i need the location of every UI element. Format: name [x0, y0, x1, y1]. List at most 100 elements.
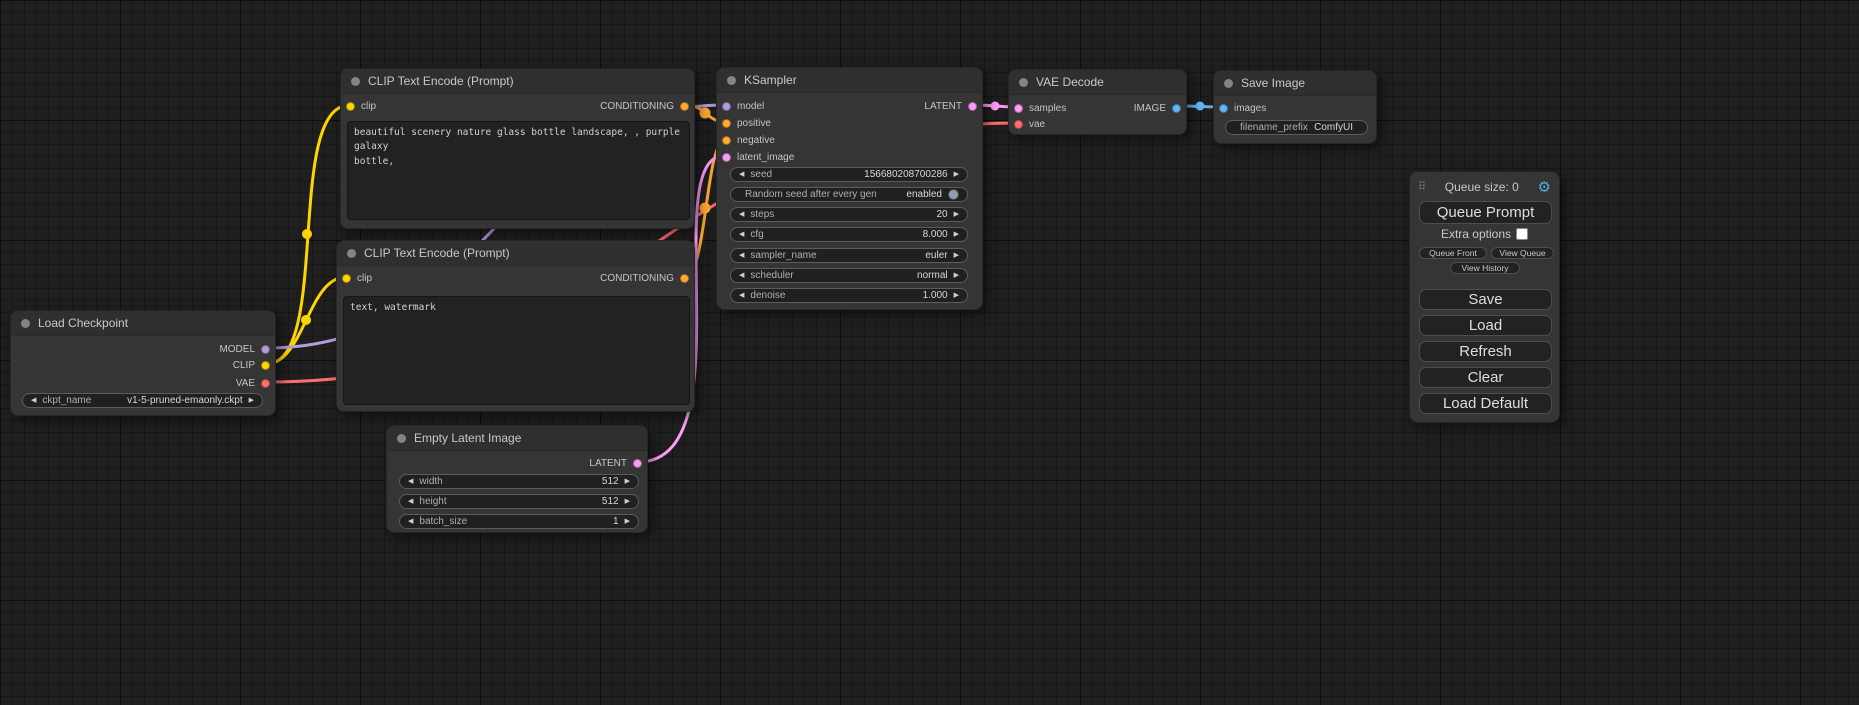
link-dot — [1196, 102, 1205, 111]
ckpt-name-widget[interactable]: ◀ ckpt_name v1-5-pruned-emaonly.ckpt ▶ — [22, 393, 263, 408]
spinner-left-icon[interactable]: ◀ — [31, 397, 36, 404]
slot-label: CLIP — [233, 360, 255, 371]
conditioning-slot-dot[interactable] — [680, 274, 689, 283]
spinner-left-icon[interactable]: ◀ — [739, 211, 744, 218]
spinner-left-icon[interactable]: ◀ — [408, 518, 413, 525]
node-title-bar[interactable]: VAE Decode — [1009, 70, 1186, 95]
spinner-right-icon[interactable]: ▶ — [249, 397, 254, 404]
collapse-dot-icon[interactable] — [397, 434, 406, 443]
spinner-right-icon[interactable]: ▶ — [625, 498, 630, 505]
slot-label: clip — [361, 101, 376, 112]
collapse-dot-icon[interactable] — [1224, 79, 1233, 88]
spinner-right-icon[interactable]: ▶ — [625, 478, 630, 485]
node-ksampler[interactable]: KSampler model positive negative latent_… — [716, 67, 983, 310]
link-dot — [700, 108, 711, 119]
seed-widget[interactable]: ◀ seed 156680208700286 ▶ — [730, 167, 968, 182]
spinner-left-icon[interactable]: ◀ — [739, 171, 744, 178]
spinner-right-icon[interactable]: ▶ — [625, 518, 630, 525]
node-title-bar[interactable]: CLIP Text Encode (Prompt) — [337, 241, 694, 266]
collapse-dot-icon[interactable] — [1019, 78, 1028, 87]
random-seed-toggle-widget[interactable]: Random seed after every gen enabled — [730, 187, 968, 202]
extra-options-checkbox[interactable] — [1516, 228, 1528, 240]
load-button[interactable]: Load — [1419, 315, 1552, 336]
drag-handle-icon[interactable]: ⠿ — [1418, 182, 1426, 193]
queue-panel: ⠿ Queue size: 0 ⚙ Queue Prompt Extra opt… — [1409, 171, 1560, 423]
collapse-dot-icon[interactable] — [21, 319, 30, 328]
collapse-dot-icon[interactable] — [727, 76, 736, 85]
sampler-name-widget[interactable]: ◀ sampler_name euler ▶ — [730, 248, 968, 263]
node-clip-text-encode-negative[interactable]: CLIP Text Encode (Prompt) clip CONDITION… — [336, 240, 695, 412]
latent-slot-dot[interactable] — [633, 459, 642, 468]
node-title-bar[interactable]: CLIP Text Encode (Prompt) — [341, 69, 694, 94]
positive-prompt-textarea[interactable]: beautiful scenery nature glass bottle la… — [347, 121, 690, 220]
spinner-left-icon[interactable]: ◀ — [408, 498, 413, 505]
image-slot-dot[interactable] — [1172, 104, 1181, 113]
filename-prefix-widget[interactable]: filename_prefix ComfyUI — [1225, 120, 1368, 135]
latent-slot-dot[interactable] — [968, 102, 977, 111]
settings-gear-icon[interactable]: ⚙ — [1538, 180, 1551, 195]
node-title-bar[interactable]: Empty Latent Image — [387, 426, 647, 451]
spinner-right-icon[interactable]: ▶ — [954, 211, 959, 218]
vae-slot-dot[interactable] — [1014, 120, 1023, 129]
vae-slot-dot[interactable] — [261, 379, 270, 388]
clip-slot-dot[interactable] — [261, 361, 270, 370]
spinner-left-icon[interactable]: ◀ — [408, 478, 413, 485]
node-title-bar[interactable]: KSampler — [717, 68, 982, 93]
clear-button[interactable]: Clear — [1419, 367, 1552, 388]
collapse-dot-icon[interactable] — [351, 77, 360, 86]
output-slot-latent: LATENT — [589, 455, 642, 471]
slot-label: images — [1234, 103, 1266, 114]
refresh-button[interactable]: Refresh — [1419, 341, 1552, 362]
denoise-widget[interactable]: ◀ denoise 1.000 ▶ — [730, 288, 968, 303]
steps-widget[interactable]: ◀ steps 20 ▶ — [730, 207, 968, 222]
node-save-image[interactable]: Save Image images filename_prefix ComfyU… — [1213, 70, 1377, 144]
spinner-left-icon[interactable]: ◀ — [739, 252, 744, 259]
conditioning-slot-dot[interactable] — [680, 102, 689, 111]
conditioning-slot-dot[interactable] — [722, 136, 731, 145]
node-empty-latent-image[interactable]: Empty Latent Image LATENT ◀ width 512 ▶ … — [386, 425, 648, 533]
height-widget[interactable]: ◀ height 512 ▶ — [399, 494, 639, 509]
view-history-button[interactable]: View History — [1450, 262, 1520, 274]
toggle-knob-icon[interactable] — [948, 189, 959, 200]
save-button[interactable]: Save — [1419, 289, 1552, 310]
slot-label: negative — [737, 135, 775, 146]
conditioning-slot-dot[interactable] — [722, 119, 731, 128]
node-load-checkpoint[interactable]: Load Checkpoint MODEL CLIP VAE ◀ ckpt_na… — [10, 310, 276, 416]
spinner-right-icon[interactable]: ▶ — [954, 272, 959, 279]
negative-prompt-textarea[interactable]: text, watermark — [343, 296, 690, 405]
batch-size-widget[interactable]: ◀ batch_size 1 ▶ — [399, 514, 639, 529]
widget-value: enabled — [906, 189, 942, 200]
collapse-dot-icon[interactable] — [347, 249, 356, 258]
slot-label: clip — [357, 273, 372, 284]
node-clip-text-encode-positive[interactable]: CLIP Text Encode (Prompt) clip CONDITION… — [340, 68, 695, 229]
widget-label: ckpt_name — [42, 395, 91, 406]
spinner-right-icon[interactable]: ▶ — [954, 252, 959, 259]
input-slot-latent-image: latent_image — [722, 149, 794, 165]
latent-slot-dot[interactable] — [722, 153, 731, 162]
spinner-left-icon[interactable]: ◀ — [739, 231, 744, 238]
model-slot-dot[interactable] — [722, 102, 731, 111]
clip-slot-dot[interactable] — [342, 274, 351, 283]
spinner-right-icon[interactable]: ▶ — [954, 231, 959, 238]
link-dot — [700, 203, 711, 214]
spinner-left-icon[interactable]: ◀ — [739, 272, 744, 279]
node-vae-decode[interactable]: VAE Decode samples vae IMAGE — [1008, 69, 1187, 135]
node-title-bar[interactable]: Save Image — [1214, 71, 1376, 96]
latent-slot-dot[interactable] — [1014, 104, 1023, 113]
spinner-right-icon[interactable]: ▶ — [954, 292, 959, 299]
queue-front-button[interactable]: Queue Front — [1419, 247, 1487, 259]
load-default-button[interactable]: Load Default — [1419, 393, 1552, 414]
spinner-left-icon[interactable]: ◀ — [739, 292, 744, 299]
slot-label: IMAGE — [1134, 103, 1166, 114]
width-widget[interactable]: ◀ width 512 ▶ — [399, 474, 639, 489]
model-slot-dot[interactable] — [261, 345, 270, 354]
view-queue-button[interactable]: View Queue — [1491, 247, 1554, 259]
widget-value: 512 — [602, 496, 619, 507]
cfg-widget[interactable]: ◀ cfg 8.000 ▶ — [730, 227, 968, 242]
node-title-bar[interactable]: Load Checkpoint — [11, 311, 275, 336]
clip-slot-dot[interactable] — [346, 102, 355, 111]
spinner-right-icon[interactable]: ▶ — [954, 171, 959, 178]
image-slot-dot[interactable] — [1219, 104, 1228, 113]
scheduler-widget[interactable]: ◀ scheduler normal ▶ — [730, 268, 968, 283]
queue-prompt-button[interactable]: Queue Prompt — [1419, 201, 1552, 224]
